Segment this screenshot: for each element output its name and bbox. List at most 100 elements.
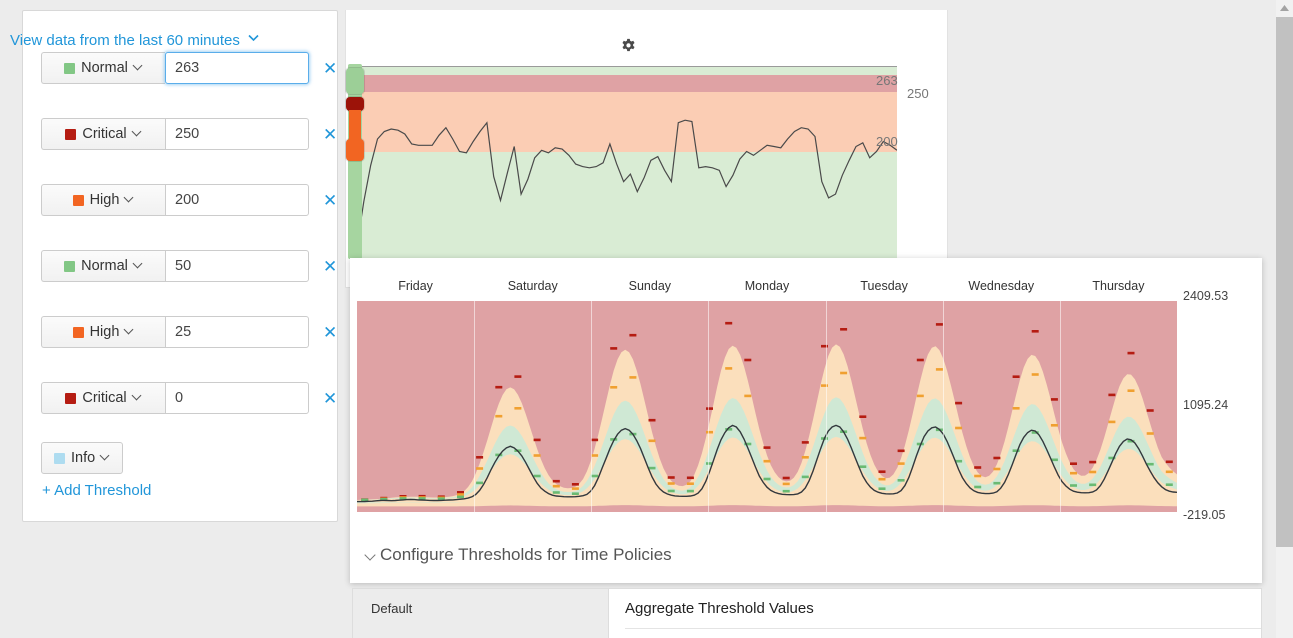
threshold-marker	[955, 401, 963, 405]
threshold-marker	[993, 467, 1001, 471]
gridline	[591, 301, 592, 512]
slider-handle-critical-250[interactable]	[346, 97, 364, 111]
threshold-marker	[1127, 389, 1135, 392]
threshold-row: Normal ✕	[41, 52, 337, 84]
threshold-marker	[974, 474, 982, 478]
threshold-marker	[514, 407, 522, 410]
threshold-marker	[1012, 407, 1020, 410]
scroll-up-arrow-icon[interactable]	[1276, 0, 1293, 17]
severity-dropdown-critical-5[interactable]: Critical	[41, 382, 165, 414]
threshold-marker	[514, 375, 522, 378]
severity-dropdown-normal-0[interactable]: Normal	[41, 52, 165, 84]
threshold-value-input-1[interactable]	[165, 118, 309, 150]
remove-threshold-button-5[interactable]: ✕	[323, 390, 337, 407]
threshold-value-input-5[interactable]	[165, 382, 309, 414]
threshold-marker	[552, 479, 560, 483]
severity-color-swatch	[72, 194, 84, 206]
threshold-marker	[552, 491, 560, 494]
severity-label: Normal	[81, 258, 128, 274]
threshold-marker	[782, 476, 790, 480]
threshold-marker	[1089, 470, 1097, 474]
threshold-marker	[840, 371, 848, 375]
threshold-marker	[610, 386, 618, 389]
threshold-marker	[801, 456, 809, 459]
threshold-row: Critical ✕	[41, 118, 337, 150]
threshold-marker	[1050, 398, 1058, 401]
threshold-marker	[763, 459, 771, 463]
threshold-marker	[648, 418, 656, 422]
y-axis-tick-label: -219.05	[1183, 508, 1226, 522]
threshold-marker	[686, 476, 694, 480]
day-label: Sunday	[628, 279, 672, 293]
threshold-marker	[1127, 351, 1135, 355]
threshold-row: High ✕	[41, 316, 337, 348]
threshold-slider[interactable]	[346, 64, 364, 259]
threshold-marker	[725, 321, 733, 325]
severity-dropdown-high-2[interactable]: High	[41, 184, 165, 216]
threshold-value-input-0[interactable]	[165, 52, 309, 84]
threshold-marker	[457, 495, 464, 499]
threshold-marker	[1089, 460, 1097, 464]
chevron-down-icon	[366, 551, 376, 561]
threshold-marker	[1165, 483, 1173, 486]
configure-thresholds-toggle[interactable]: Configure Thresholds for Time Policies	[366, 545, 672, 565]
threshold-marker	[571, 487, 579, 490]
threshold-marker	[1108, 393, 1116, 397]
chevron-down-icon	[133, 128, 142, 137]
severity-label: Normal	[81, 60, 128, 76]
slider-segment-high	[349, 110, 361, 142]
severity-dropdown-info[interactable]: Info	[41, 442, 124, 474]
threshold-marker	[744, 394, 752, 398]
remove-threshold-button-2[interactable]: ✕	[323, 192, 337, 209]
severity-dropdown-high-4[interactable]: High	[41, 316, 165, 348]
threshold-row-info: Info	[41, 442, 124, 474]
chevron-down-icon	[133, 392, 142, 401]
threshold-marker	[744, 358, 752, 362]
slider-handle-high-200[interactable]	[346, 139, 364, 161]
chevron-down-icon	[125, 194, 134, 203]
remove-threshold-button-1[interactable]: ✕	[323, 126, 337, 143]
threshold-marker	[1012, 375, 1020, 378]
chevron-down-icon	[134, 62, 143, 71]
scrollbar-thumb[interactable]	[1276, 17, 1293, 547]
time-range-selector[interactable]: View data from the last 60 minutes	[10, 32, 259, 49]
threshold-marker	[859, 465, 867, 468]
slider-handle-normal-263[interactable]	[346, 68, 364, 94]
threshold-marker	[667, 482, 675, 485]
threshold-marker	[533, 454, 541, 457]
threshold-marker	[859, 415, 867, 418]
severity-dropdown-normal-3[interactable]: Normal	[41, 250, 165, 282]
threshold-row: Critical ✕	[41, 382, 337, 414]
severity-dropdown-critical-1[interactable]: Critical	[41, 118, 165, 150]
threshold-marker	[897, 479, 905, 482]
remove-threshold-button-0[interactable]: ✕	[323, 60, 337, 77]
y-axis-tick-label: 2409.53	[1183, 289, 1229, 303]
threshold-marker	[1070, 462, 1077, 465]
weekly-baseline-series	[357, 321, 1177, 507]
threshold-value-input-3[interactable]	[165, 250, 309, 282]
day-label: Wednesday	[968, 279, 1035, 293]
threshold-marker	[935, 368, 943, 371]
threshold-value-input-2[interactable]	[165, 184, 309, 216]
plot-label-200: 200	[876, 134, 898, 149]
threshold-marker	[591, 454, 599, 457]
threshold-value-input-4[interactable]	[165, 316, 309, 348]
time-range-label: View data from the last 60 minutes	[10, 32, 240, 49]
chart-settings-gear-icon[interactable]	[620, 38, 637, 60]
gridline	[826, 301, 827, 512]
add-threshold-button[interactable]: + Add Threshold	[42, 482, 151, 499]
threshold-marker	[993, 456, 1001, 460]
threshold-marker	[667, 476, 675, 479]
threshold-list-panel: Normal✕Critical✕High✕Normal✕High✕Critica…	[22, 10, 338, 522]
threshold-marker	[476, 481, 484, 485]
y-axis-tick-label: 1095.24	[1183, 398, 1229, 412]
page-scrollbar[interactable]	[1276, 0, 1293, 638]
threshold-marker	[974, 485, 982, 489]
threshold-marker	[782, 489, 790, 493]
remove-threshold-button-4[interactable]: ✕	[323, 324, 337, 341]
threshold-marker	[591, 438, 599, 442]
weekly-baseline-plot	[357, 301, 1177, 512]
policy-column-title: Aggregate Threshold Values	[625, 600, 1261, 629]
severity-color-swatch	[64, 260, 76, 272]
remove-threshold-button-3[interactable]: ✕	[323, 258, 337, 275]
